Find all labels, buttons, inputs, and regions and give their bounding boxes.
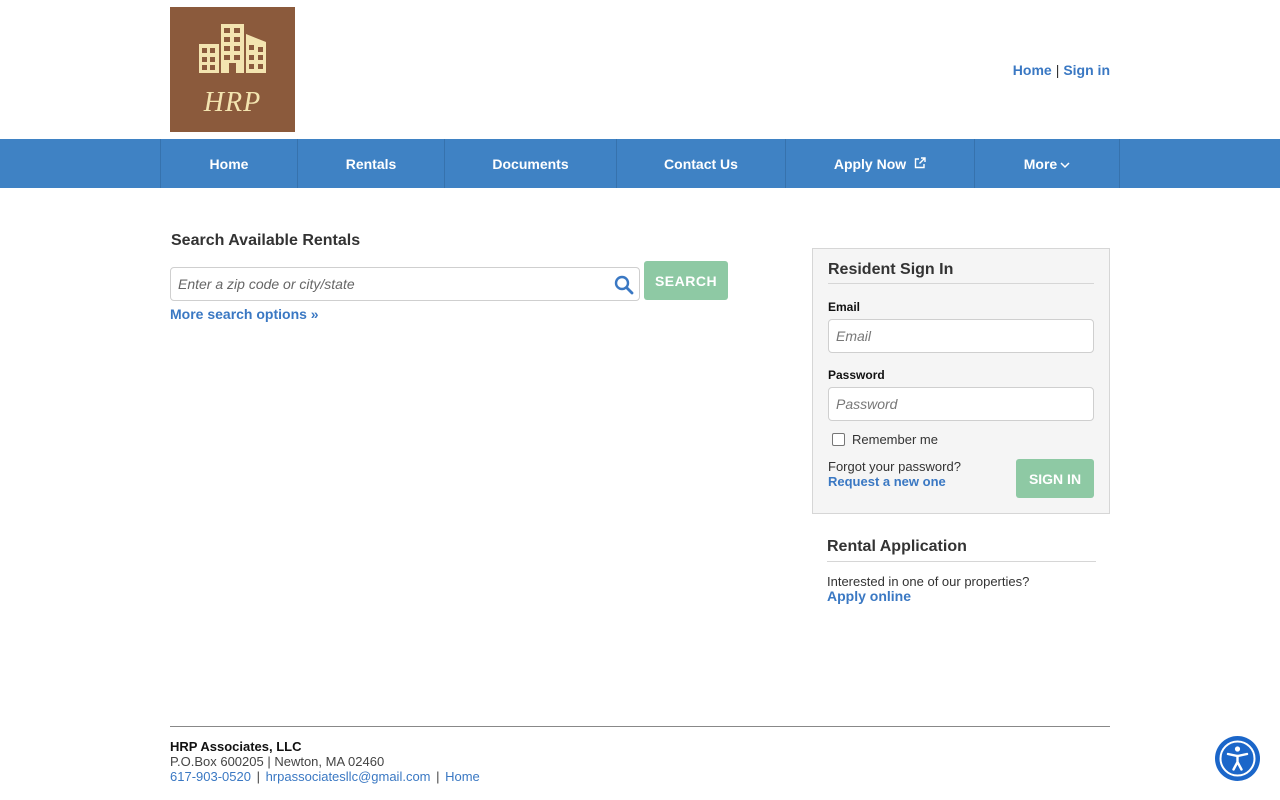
more-search-options-link[interactable]: More search options »	[170, 306, 319, 322]
remember-me[interactable]: Remember me	[832, 432, 938, 447]
apply-online-link[interactable]: Apply online	[827, 589, 1029, 604]
footer-company: HRP Associates, LLC	[170, 739, 302, 754]
chevron-down-icon	[1060, 156, 1070, 172]
top-links: Home | Sign in	[1012, 62, 1110, 78]
nav-item-apply-now[interactable]: Apply Now	[786, 139, 975, 188]
search-button[interactable]: SEARCH	[644, 261, 728, 300]
password-label: Password	[828, 368, 885, 382]
site-header: HRP Home | Sign in	[0, 0, 1280, 139]
footer: HRP Associates, LLC P.O.Box 600205 | New…	[170, 739, 480, 784]
forgot-password-text: Forgot your password?	[828, 459, 961, 474]
search-box	[170, 267, 640, 301]
forgot-password: Forgot your password? Request a new one	[828, 459, 961, 489]
email-field[interactable]	[836, 328, 1076, 344]
footer-contact: 617-903-0520 | hrpassociatesllc@gmail.co…	[170, 769, 480, 784]
rental-application-description: Interested in one of our properties?	[827, 574, 1030, 589]
footer-divider	[170, 726, 1110, 727]
nav-item-documents[interactable]: Documents	[445, 139, 617, 188]
footer-home-link[interactable]: Home	[445, 769, 480, 784]
rental-application-title: Rental Application	[827, 538, 967, 555]
divider	[828, 283, 1094, 284]
footer-email-link[interactable]: hrpassociatesllc@gmail.com	[266, 769, 431, 784]
nav-item-contact-us[interactable]: Contact Us	[617, 139, 786, 188]
email-label: Email	[828, 300, 861, 314]
nav-item-home[interactable]: Home	[161, 139, 298, 188]
footer-phone-link[interactable]: 617-903-0520	[170, 769, 251, 784]
search-input[interactable]	[178, 276, 608, 292]
remember-me-checkbox[interactable]	[832, 433, 845, 446]
sign-in-title: Resident Sign In	[828, 261, 954, 278]
sign-in-button[interactable]: SIGN IN	[1016, 459, 1094, 498]
main-nav: Home Rentals Documents Contact Us Apply …	[0, 139, 1280, 188]
search-title: Search Available Rentals	[171, 232, 361, 249]
top-link-home[interactable]: Home	[1013, 62, 1052, 78]
remember-me-label: Remember me	[852, 432, 938, 447]
top-link-sign-in[interactable]: Sign in	[1063, 62, 1110, 78]
divider	[827, 561, 1096, 562]
rental-application-text: Interested in one of our properties? App…	[827, 574, 1029, 604]
logo-text: HRP	[203, 87, 262, 118]
resident-sign-in-panel: Resident Sign In Email Password Remember…	[812, 248, 1110, 514]
footer-address: P.O.Box 600205 | Newton, MA 02460	[170, 754, 385, 769]
nav-item-more[interactable]: More	[975, 139, 1120, 188]
accessibility-icon	[1219, 740, 1256, 777]
email-field-box	[828, 319, 1094, 353]
accessibility-button[interactable]	[1215, 736, 1260, 781]
password-field[interactable]	[836, 396, 1076, 412]
search-icon[interactable]	[614, 275, 634, 295]
external-link-icon	[914, 156, 926, 172]
request-new-password-link[interactable]: Request a new one	[828, 474, 961, 489]
nav-item-rentals[interactable]: Rentals	[298, 139, 445, 188]
hrp-logo[interactable]: HRP	[170, 7, 295, 132]
password-field-box	[828, 387, 1094, 421]
